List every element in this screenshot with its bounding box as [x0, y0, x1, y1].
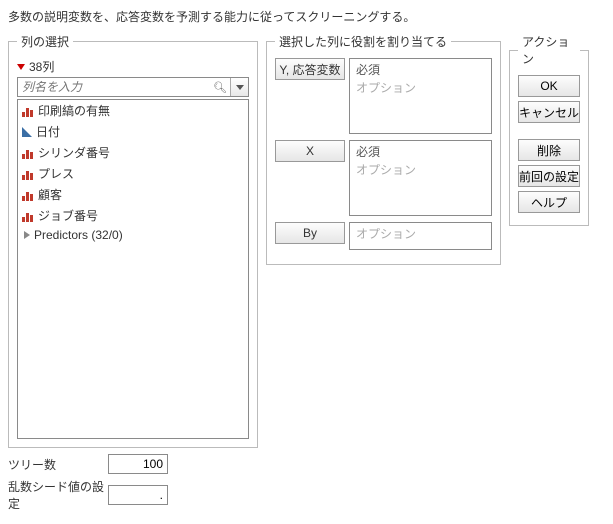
- help-button[interactable]: ヘルプ: [518, 191, 580, 213]
- y-response-button[interactable]: Y, 応答変数: [275, 58, 345, 80]
- seed-input[interactable]: [108, 485, 168, 505]
- required-label: 必須: [356, 143, 485, 161]
- by-box[interactable]: オプション: [349, 222, 492, 250]
- column-filter-input[interactable]: [18, 78, 210, 96]
- list-item[interactable]: 日付: [18, 121, 248, 142]
- nominal-icon: [22, 189, 34, 201]
- list-item[interactable]: プレス: [18, 163, 248, 184]
- role-assign-group: 選択した列に役割を割り当てる Y, 応答変数 必須 オプション X 必須 オプシ…: [266, 33, 501, 265]
- nominal-icon: [22, 168, 34, 180]
- optional-label: オプション: [356, 79, 485, 97]
- list-item-label: プレス: [38, 165, 74, 182]
- trees-label: ツリー数: [8, 456, 108, 473]
- list-item[interactable]: シリンダ番号: [18, 142, 248, 163]
- chevron-down-icon: [236, 85, 244, 90]
- group-expand-icon: [24, 231, 30, 239]
- nominal-icon: [22, 147, 34, 159]
- y-response-box[interactable]: 必須 オプション: [349, 58, 492, 134]
- column-filter: 🔍︎: [17, 77, 249, 97]
- recall-button[interactable]: 前回の設定: [518, 165, 580, 187]
- x-button[interactable]: X: [275, 140, 345, 162]
- parameters: ツリー数 乱数シード値の設定: [8, 454, 605, 512]
- list-item-label: Predictors (32/0): [34, 228, 123, 242]
- column-select-legend: 列の選択: [17, 33, 73, 50]
- optional-label: オプション: [356, 161, 485, 179]
- filter-dropdown-button[interactable]: [230, 78, 248, 96]
- list-item-label: 印刷縞の有無: [38, 102, 110, 119]
- by-button[interactable]: By: [275, 222, 345, 244]
- seed-label: 乱数シード値の設定: [8, 478, 108, 512]
- actions-group: アクション OK キャンセル 削除 前回の設定 ヘルプ: [509, 33, 589, 226]
- column-list[interactable]: 印刷縞の有無 日付 シリンダ番号 プレス 顧客 ジョブ番号: [17, 99, 249, 439]
- list-item-label: 日付: [36, 123, 60, 140]
- list-item-label: ジョブ番号: [38, 207, 98, 224]
- list-item-group[interactable]: Predictors (32/0): [18, 226, 248, 244]
- continuous-icon: [22, 127, 32, 137]
- x-box[interactable]: 必須 オプション: [349, 140, 492, 216]
- column-count: 38列: [29, 58, 54, 75]
- optional-label: オプション: [356, 225, 485, 243]
- cancel-button[interactable]: キャンセル: [518, 101, 580, 123]
- remove-button[interactable]: 削除: [518, 139, 580, 161]
- nominal-icon: [22, 210, 34, 222]
- search-icon: 🔍︎: [210, 78, 230, 96]
- role-assign-legend: 選択した列に役割を割り当てる: [275, 33, 451, 50]
- list-item[interactable]: 印刷縞の有無: [18, 100, 248, 121]
- nominal-icon: [22, 105, 34, 117]
- column-select-group: 列の選択 38列 🔍︎ 印刷縞の有無 日付 シリンダ番号: [8, 33, 258, 448]
- list-item-label: シリンダ番号: [38, 144, 110, 161]
- dialog-description: 多数の説明変数を、応答変数を予測する能力に従ってスクリーニングする。: [8, 8, 605, 25]
- ok-button[interactable]: OK: [518, 75, 580, 97]
- actions-legend: アクション: [518, 33, 580, 67]
- disclosure-icon: [17, 64, 25, 70]
- trees-input[interactable]: [108, 454, 168, 474]
- required-label: 必須: [356, 61, 485, 79]
- column-count-row[interactable]: 38列: [17, 58, 249, 75]
- list-item[interactable]: 顧客: [18, 184, 248, 205]
- list-item[interactable]: ジョブ番号: [18, 205, 248, 226]
- list-item-label: 顧客: [38, 186, 62, 203]
